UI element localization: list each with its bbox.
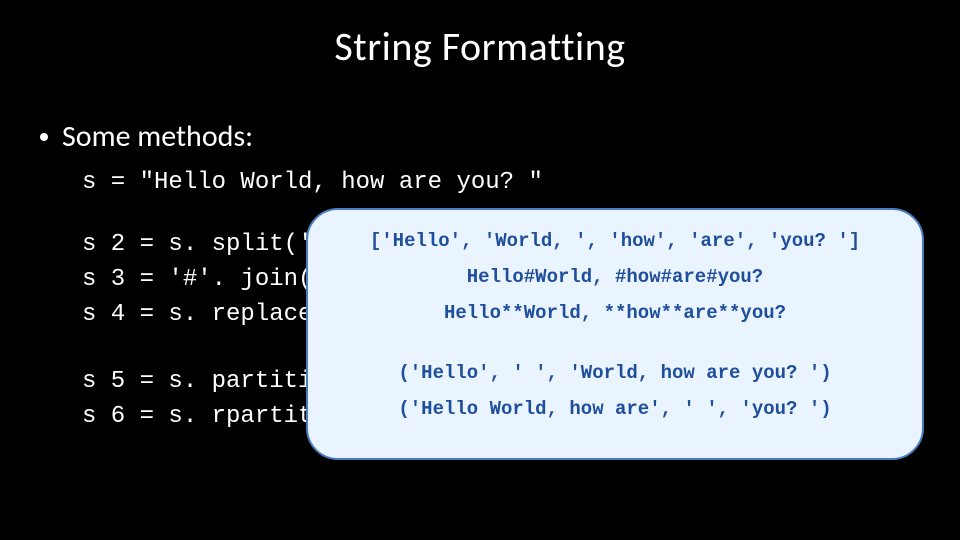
output-partition: ('Hello', ' ', 'World, how are you? ') bbox=[318, 362, 912, 384]
bullet-dot-icon bbox=[40, 133, 48, 141]
output-join: Hello#World, #how#are#you? bbox=[318, 266, 912, 288]
code-line-init: s = "Hello World, how are you? " bbox=[82, 166, 543, 201]
output-callout: ['Hello', 'World, ', 'how', 'are', 'you?… bbox=[306, 208, 924, 460]
output-replace: Hello**World, **how**are**you? bbox=[318, 302, 912, 324]
bullet-item: Some methods: bbox=[40, 118, 253, 155]
slide-title: String Formatting bbox=[0, 22, 960, 71]
output-rpartition: ('Hello World, how are', ' ', 'you? ') bbox=[318, 398, 912, 420]
bullet-text: Some methods: bbox=[62, 118, 253, 155]
output-split: ['Hello', 'World, ', 'how', 'are', 'you?… bbox=[318, 230, 912, 252]
